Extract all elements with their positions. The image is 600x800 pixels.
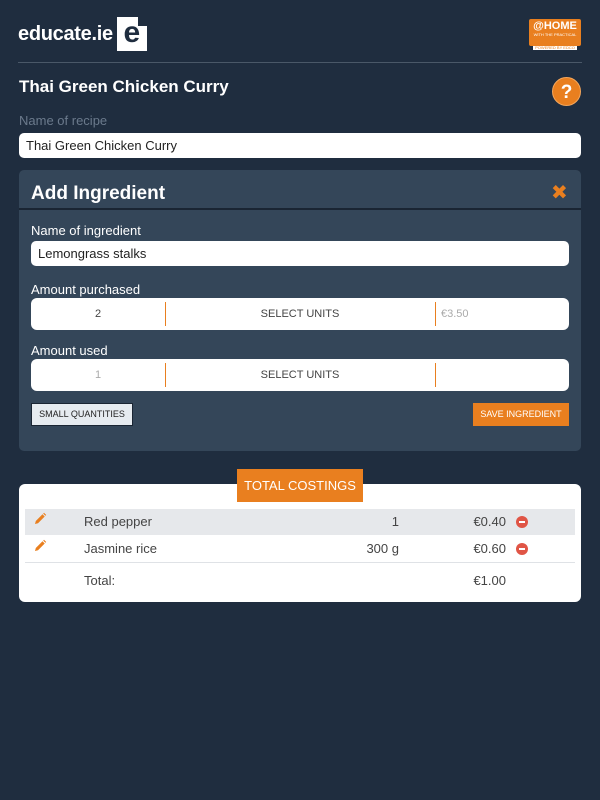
logo-text: educate.ie (18, 22, 113, 45)
app-header: educate.ie e @HOME WITH THE PRACTICAL PO… (0, 0, 600, 62)
amount-purchased-label: Amount purchased (31, 282, 141, 297)
table-row: Red pepper 1 €0.40 (25, 509, 575, 535)
close-icon[interactable]: ✖ (551, 180, 568, 205)
used-quantity-input[interactable]: 1 (31, 359, 165, 391)
ingredient-name-label: Name of ingredient (31, 223, 141, 238)
ingredient-name: Jasmine rice (84, 541, 157, 556)
pencil-icon[interactable] (33, 509, 49, 535)
save-ingredient-button[interactable]: SAVE INGREDIENT (473, 403, 569, 426)
used-price-field (435, 359, 569, 391)
used-units-select[interactable]: SELECT UNITS (165, 359, 435, 391)
small-quantities-button[interactable]: SMALL QUANTITIES (31, 403, 133, 426)
badge-main-text: @HOME (533, 20, 577, 32)
badge-tiny-text: POWERED BY EDCO (533, 45, 577, 50)
ingredient-price: €0.60 (473, 541, 506, 556)
total-label: Total: (84, 573, 116, 588)
amount-used-row: 1 SELECT UNITS (31, 359, 569, 391)
purchased-quantity-input[interactable]: 2 (31, 298, 165, 330)
total-row: Total: €1.00 (25, 568, 575, 594)
panel-title: Add Ingredient (31, 183, 166, 204)
at-home-badge[interactable]: @HOME WITH THE PRACTICAL POWERED BY EDCO (529, 19, 581, 50)
page-title: Thai Green Chicken Curry (19, 77, 229, 96)
badge-sub-text: WITH THE PRACTICAL (533, 32, 577, 37)
ingredient-name: Red pepper (84, 514, 152, 529)
purchased-price-input[interactable]: €3.50 (435, 298, 569, 330)
amount-used-label: Amount used (31, 343, 108, 358)
table-row: Jasmine rice 300 g €0.60 (25, 536, 575, 562)
remove-icon[interactable] (516, 516, 528, 528)
add-ingredient-panel: Add Ingredient ✖ Name of ingredient Amou… (19, 170, 581, 451)
remove-icon[interactable] (516, 543, 528, 555)
ingredient-name-input[interactable] (31, 241, 569, 266)
header-divider (18, 62, 582, 63)
help-button[interactable]: ? (552, 77, 581, 106)
ingredient-price: €0.40 (473, 514, 506, 529)
total-value: €1.00 (473, 573, 506, 588)
total-costings-header: TOTAL COSTINGS (237, 469, 363, 502)
total-divider (25, 562, 575, 563)
purchased-units-select[interactable]: SELECT UNITS (165, 298, 435, 330)
pencil-icon[interactable] (33, 536, 49, 562)
ingredient-qty: 1 (391, 514, 399, 529)
ingredient-qty: 300 g (366, 541, 399, 556)
recipe-name-label: Name of recipe (19, 113, 108, 128)
recipe-name-input[interactable] (19, 133, 581, 158)
educate-logo[interactable]: educate.ie e (18, 17, 147, 51)
logo-mark-icon: e (116, 17, 147, 51)
amount-purchased-row: 2 SELECT UNITS €3.50 (31, 298, 569, 330)
panel-divider (19, 208, 581, 210)
